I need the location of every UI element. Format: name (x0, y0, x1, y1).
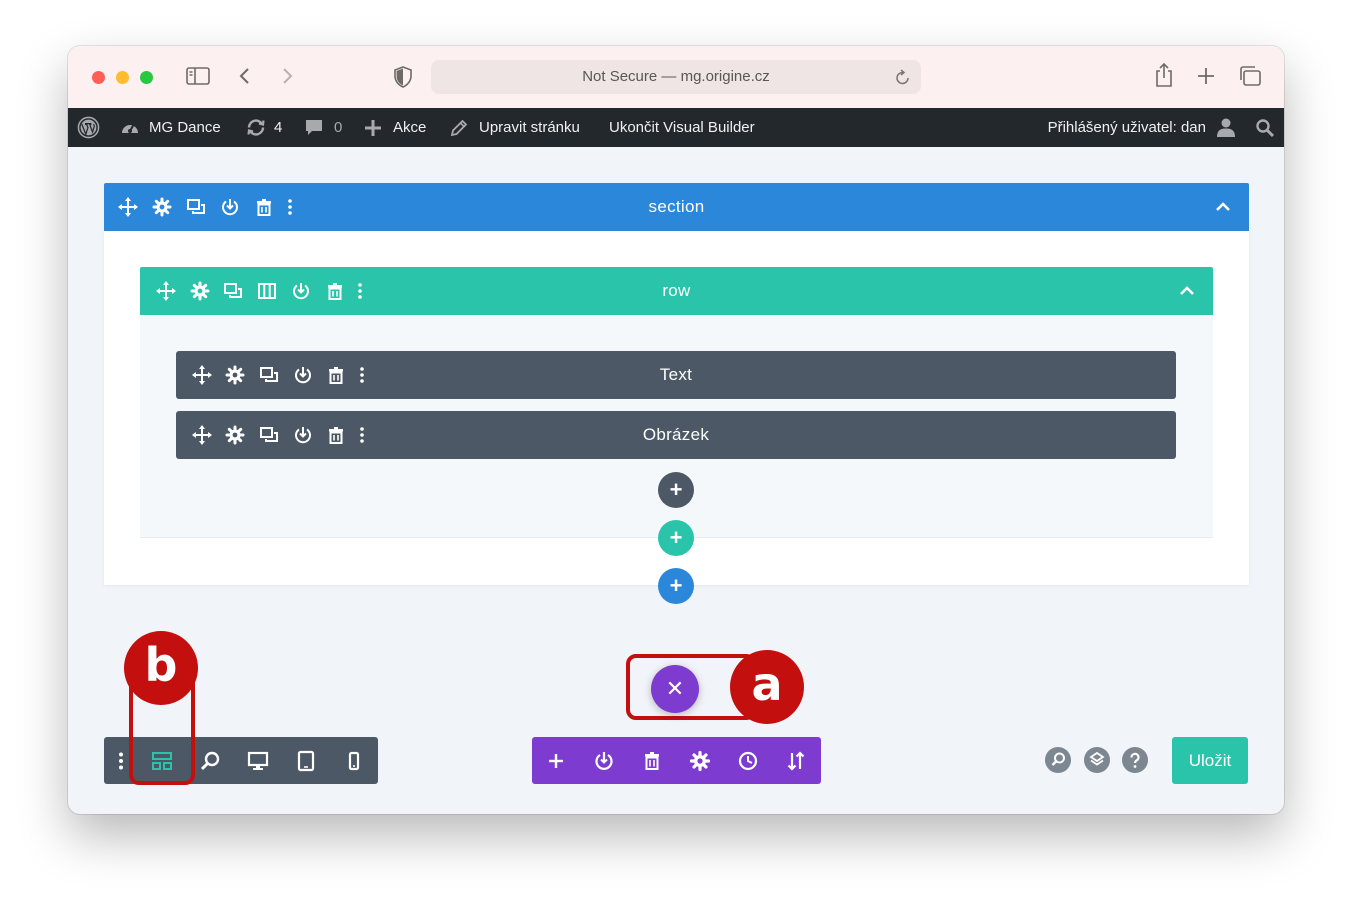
logged-in-user-link[interactable]: Přihlášený uživatel: dan (1048, 108, 1206, 147)
edit-page-link[interactable]: Upravit stránku (479, 108, 580, 147)
trash-icon[interactable] (641, 750, 663, 772)
chevron-up-icon[interactable] (1177, 281, 1197, 301)
tablet-view-icon[interactable] (295, 750, 317, 772)
history-icon[interactable] (737, 750, 759, 772)
portability-icon[interactable] (785, 750, 807, 772)
section-label: section (648, 197, 705, 216)
add-section-button[interactable]: + (658, 568, 694, 604)
search-icon[interactable] (1255, 118, 1275, 138)
reload-icon[interactable] (895, 68, 911, 86)
module-toolbar-text[interactable]: Text (176, 351, 1176, 399)
dashboard-icon[interactable] (120, 118, 140, 136)
updates-count[interactable]: 4 (274, 108, 282, 147)
site-name-link[interactable]: MG Dance (149, 108, 221, 147)
comments-count[interactable]: 0 (334, 108, 342, 147)
minimize-window-button[interactable] (116, 71, 129, 84)
forward-icon[interactable] (280, 66, 294, 86)
address-bar[interactable]: Not Secure — mg.origine.cz (431, 60, 921, 94)
new-content-link[interactable]: Akce (393, 108, 426, 147)
search-settings-button[interactable] (1045, 747, 1071, 773)
section-toolbar[interactable]: section (104, 183, 1249, 231)
row-label: row (662, 281, 691, 300)
back-icon[interactable] (238, 66, 252, 86)
sidebar-toggle-icon[interactable] (186, 66, 210, 86)
add-icon[interactable] (545, 750, 567, 772)
new-tab-icon[interactable] (1196, 66, 1216, 86)
plus-icon[interactable] (364, 119, 382, 137)
module-label: Obrázek (642, 425, 710, 444)
power-save-icon[interactable] (593, 750, 615, 772)
callout-b-badge: b (124, 631, 198, 705)
layers-button[interactable] (1084, 747, 1110, 773)
callout-a-badge: a (730, 650, 804, 724)
help-button[interactable] (1122, 747, 1148, 773)
exit-visual-builder-link[interactable]: Ukončit Visual Builder (609, 108, 755, 147)
share-icon[interactable] (1154, 62, 1174, 88)
desktop-view-icon[interactable] (247, 750, 269, 772)
close-page-settings-button[interactable]: ✕ (651, 665, 699, 713)
shield-icon[interactable] (394, 66, 412, 88)
save-button[interactable]: Uložit (1172, 737, 1248, 784)
wordpress-logo-icon[interactable] (77, 116, 100, 139)
browser-window: Not Secure — mg.origine.cz MG Dance 4 0 … (68, 46, 1284, 814)
row-toolbar[interactable]: row (140, 267, 1213, 315)
module-toolbar-image[interactable]: Obrázek (176, 411, 1176, 459)
zoom-window-button[interactable] (140, 71, 153, 84)
module-label: Text (659, 365, 693, 384)
edit-pencil-icon[interactable] (449, 118, 469, 138)
phone-view-icon[interactable] (343, 750, 365, 772)
add-module-button[interactable]: + (658, 472, 694, 508)
updates-icon[interactable] (245, 118, 267, 137)
chevron-up-icon[interactable] (1213, 197, 1233, 217)
zoom-icon[interactable] (199, 750, 221, 772)
comments-icon[interactable] (304, 118, 324, 137)
gear-icon[interactable] (689, 750, 711, 772)
browser-toolbar: Not Secure — mg.origine.cz (68, 46, 1284, 109)
user-avatar-icon[interactable] (1216, 117, 1236, 137)
add-row-button[interactable]: + (658, 520, 694, 556)
tab-overview-icon[interactable] (1238, 65, 1262, 87)
url-text: Not Secure — mg.origine.cz (582, 68, 770, 85)
wp-admin-bar: MG Dance 4 0 Akce Upravit stránku Ukonči… (68, 108, 1284, 147)
page-settings-toolbar[interactable] (532, 737, 821, 784)
close-window-button[interactable] (92, 71, 105, 84)
